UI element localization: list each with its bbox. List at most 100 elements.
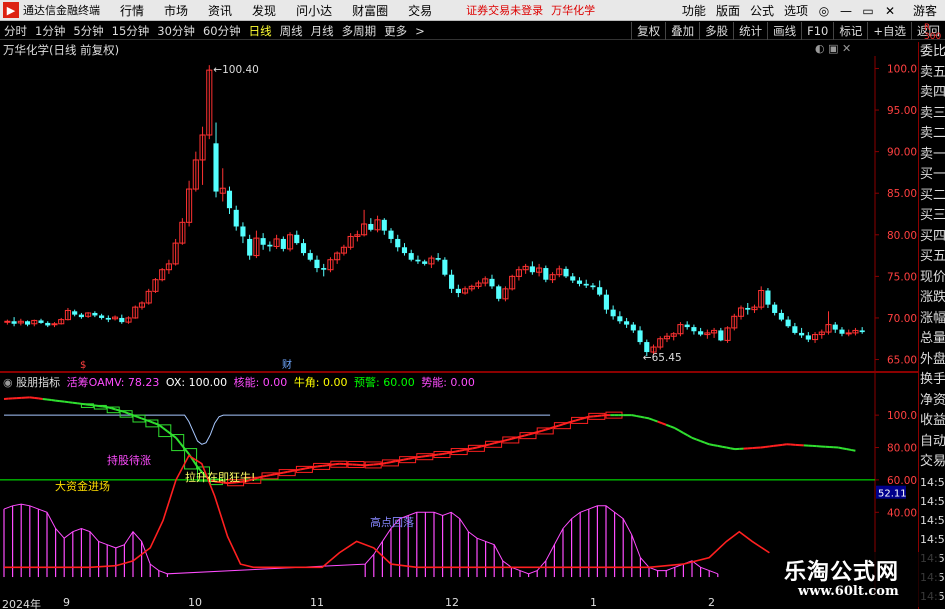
candle-body [792, 326, 798, 333]
oamv-segment [313, 465, 319, 468]
btn-multistock[interactable]: 多股 [699, 22, 733, 40]
oamv-segment [489, 442, 495, 446]
candle-body [240, 226, 246, 237]
candle-body [119, 317, 125, 323]
menu-options[interactable]: 选项 [779, 2, 813, 19]
period-weekly[interactable]: 周线 [276, 23, 307, 39]
chevron-right-icon[interactable]: > [411, 24, 429, 38]
period-30min[interactable]: 30分钟 [153, 23, 199, 39]
candle-body [25, 321, 31, 325]
candle-body [718, 330, 724, 341]
period-toolbar: 分时 1分钟 5分钟 15分钟 30分钟 60分钟 日线 周线 月线 多周期 更… [0, 22, 945, 40]
btn-mark[interactable]: 标记 [833, 22, 867, 40]
candle-body [4, 320, 11, 323]
candle-body [72, 311, 78, 315]
menu-formula[interactable]: 公式 [745, 2, 779, 19]
quote-row: 卖五 [920, 64, 945, 80]
quote-row: 买二 [920, 187, 945, 203]
legend-warning: 预警: 60.00 [354, 376, 415, 389]
period-monthly[interactable]: 月线 [307, 23, 338, 39]
y-tick-label: 75.00 [887, 271, 917, 283]
period-15min[interactable]: 15分钟 [108, 23, 154, 39]
candle-body [765, 290, 771, 305]
candle-body [314, 259, 320, 269]
indicator-collapse-icon[interactable]: ◉ [3, 376, 13, 389]
menu-function[interactable]: 功能 [677, 2, 711, 19]
oamv-segment [777, 443, 783, 447]
candle-body [624, 321, 630, 325]
oamv-segment [59, 400, 65, 403]
indicator-name[interactable]: 股朋指标 [16, 376, 60, 389]
maximize-icon[interactable]: ▭ [857, 4, 879, 18]
menu-item-ask[interactable]: 问小达 [286, 2, 342, 19]
sub-y-tick-label: 80.00 [887, 443, 917, 455]
quote-side-panel: 委比 卖五 卖四 卖三 卖二 卖一 买一 买二 买三 买四 买五 现价 涨跌 涨幅 总量 外盘 换手 净资 收益 自动… [918, 42, 945, 609]
oamv-segment [476, 445, 482, 449]
btn-f10[interactable]: F10 [801, 22, 833, 40]
btn-adjust[interactable]: 复权 [631, 22, 665, 40]
oamv-segment [485, 443, 491, 447]
oamv-segment [846, 448, 852, 451]
oamv-segment [459, 448, 465, 452]
settings-icon[interactable]: ◎ [813, 4, 835, 18]
watermark-url: www.60lt.com [798, 584, 899, 599]
login-status[interactable]: 证券交易未登录 [466, 2, 543, 18]
chart-control-icons[interactable]: ◐ ▣ ✕ [815, 42, 851, 55]
period-multi[interactable]: 多周期 [338, 23, 381, 39]
btn-overlay[interactable]: 叠加 [665, 22, 699, 40]
quote-row: 换手 [920, 372, 945, 387]
oamv-segment [713, 444, 718, 447]
candlestick-chart[interactable]: 100.0 95.00 90.00 85.00 80.00 75.00 70.00 65.00… [0, 56, 918, 372]
candle-body [449, 274, 455, 289]
oamv-segment [111, 407, 117, 411]
current-value-label: 52.11 [878, 489, 907, 500]
oamv-segment [420, 455, 426, 458]
event-mark-financial: 财 [282, 358, 292, 371]
quote-row: 买一 [920, 167, 945, 182]
menu-item-discover[interactable]: 发现 [242, 2, 286, 19]
oamv-segment [769, 444, 774, 448]
candle-body [247, 238, 253, 256]
period-fenshi[interactable]: 分时 [0, 23, 31, 39]
oamv-segment [296, 468, 301, 472]
oamv-segment [42, 397, 48, 401]
toolbar-right: 复权 叠加 多股 统计 画线 F10 标记 +自选 返回 [631, 22, 945, 40]
annotation-funds: 大资金进场 [55, 480, 110, 493]
quote-row: 卖四 [920, 85, 945, 100]
menu-item-market[interactable]: 市场 [154, 2, 198, 19]
btn-add-watchlist[interactable]: +自选 [867, 22, 911, 40]
menu-item-trade[interactable]: 交易 [398, 2, 442, 19]
quote-row: 总量 [920, 331, 945, 346]
candle-body [745, 307, 751, 310]
period-daily[interactable]: 日线 [245, 23, 276, 39]
oamv-segment [416, 455, 422, 459]
minimize-icon[interactable]: — [835, 4, 857, 18]
period-5min[interactable]: 5分钟 [69, 23, 107, 39]
candle-body [408, 253, 414, 260]
menu-item-news[interactable]: 资讯 [198, 2, 242, 19]
candle-body [213, 143, 219, 192]
oamv-segment [287, 470, 293, 473]
quote-row: 14:56 [920, 513, 945, 527]
candle-body [799, 332, 805, 336]
candle-body [11, 321, 17, 324]
oamv-segment [631, 414, 637, 417]
menu-item-hq[interactable]: 行情 [110, 2, 154, 19]
candle-body [698, 331, 704, 335]
date-tick: 1 [590, 596, 597, 609]
candle-body [105, 317, 111, 320]
period-more[interactable]: 更多 [380, 23, 411, 39]
btn-stats[interactable]: 统计 [733, 22, 767, 40]
close-icon[interactable]: ✕ [879, 4, 901, 18]
legend-ox: OX: 100.00 [165, 376, 228, 389]
current-stock-name: 万华化学 [551, 4, 596, 17]
menu-layout[interactable]: 版面 [711, 2, 745, 19]
btn-draw[interactable]: 画线 [767, 22, 801, 40]
guest-label[interactable]: 游客 [901, 2, 945, 19]
period-1min[interactable]: 1分钟 [31, 23, 69, 39]
period-60min[interactable]: 60分钟 [199, 23, 245, 39]
candle-body [845, 332, 852, 335]
candle-body [307, 253, 313, 260]
menu-item-wealth[interactable]: 财富圈 [342, 2, 398, 19]
oamv-segment [266, 474, 271, 477]
